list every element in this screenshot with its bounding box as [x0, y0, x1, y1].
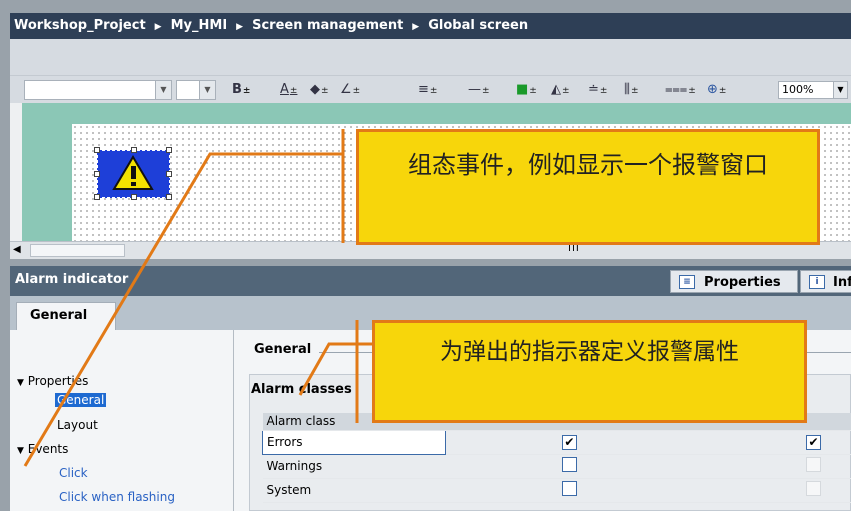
callout-leader-bottom — [298, 342, 372, 396]
callout-configure-events: 组态事件，例如显示一个报警窗口 — [356, 129, 820, 245]
callout-define-alarm-properties: 为弹出的指示器定义报警属性 — [372, 320, 807, 423]
callout-leader-top — [23, 129, 345, 467]
callout-top-text: 组态事件，例如显示一个报警窗口 — [408, 151, 768, 179]
callout-leader-lines — [23, 129, 372, 467]
callout-bottom-text: 为弹出的指示器定义报警属性 — [440, 339, 739, 365]
